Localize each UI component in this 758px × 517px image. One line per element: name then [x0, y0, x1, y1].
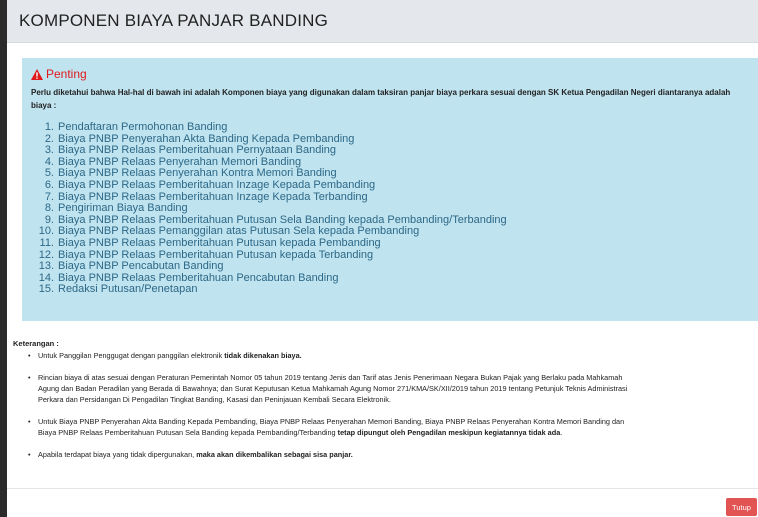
- list-item-label: Pengiriman Biaya Banding: [58, 202, 188, 215]
- note-line: Rincian biaya di atas sesuai dengan Pera…: [38, 373, 623, 382]
- note-item: • Untuk Panggilan Penggugat dengan panggi…: [13, 350, 753, 361]
- list-item-number: 8.: [44, 202, 54, 215]
- notes-title: Keterangan :: [13, 339, 59, 348]
- bullet-icon: •: [28, 417, 31, 426]
- note-line: Biaya PNBP Relaas Pemberitahuan Putusan …: [38, 427, 753, 438]
- list-item-number: 15.: [38, 283, 54, 296]
- list-item-label: Pendaftaran Permohonan Banding: [58, 121, 228, 133]
- alert-title-row: Penting: [31, 67, 749, 81]
- list-item-label: Biaya PNBP Relaas Pemberitahuan Putusan …: [58, 248, 374, 261]
- list-item-label: Biaya PNBP Relaas Pemberitahuan Pernyata…: [58, 144, 337, 157]
- note-emphasis: tetap dipungut oleh Pengadilan meskipun …: [337, 428, 561, 437]
- modal-header: KOMPONEN BIAYA PANJAR BANDING: [7, 0, 758, 43]
- list-item-number: 13.: [38, 260, 54, 273]
- list-item-label: Biaya PNBP Relaas Pemberitahuan Inzage K…: [58, 178, 376, 191]
- note-line: Agung dan Badan Peradilan yang Berada di…: [38, 384, 628, 393]
- note-text: Biaya PNBP Relaas Pemberitahuan Putusan …: [38, 428, 338, 437]
- list-item-label: Biaya PNBP Relaas Pemberitahuan Pencabut…: [58, 271, 339, 284]
- alert-description: Perlu diketahui bahwa Hal-hal di bawah i…: [31, 88, 731, 110]
- note-line: Untuk Biaya PNBP Penyerahan Akta Banding…: [38, 417, 625, 426]
- list-item-label: Biaya PNBP Penyerahan Akta Banding Kepad…: [58, 132, 355, 145]
- list-item-label: Biaya PNBP Relaas Penyerahan Memori Band…: [58, 155, 302, 168]
- cost-component-list: 1. Pendaftaran Permohonan Banding 2. Biaya…: [31, 121, 749, 296]
- list-item-label: Biaya PNBP Relaas Pemberitahuan Putusan …: [58, 213, 507, 226]
- note-text: Untuk Panggilan Penggugat dengan panggil…: [38, 351, 225, 360]
- note-emphasis: tidak dikenakan biaya.: [224, 351, 302, 360]
- list-item-label: Biaya PNBP Relaas Pemberitahuan Inzage K…: [58, 190, 368, 203]
- modal-dialog: KOMPONEN BIAYA PANJAR BANDING Penting Pe…: [7, 0, 758, 517]
- bullet-icon: •: [28, 351, 31, 360]
- note-text-end: .: [560, 428, 563, 437]
- note-item: • Apabila terdapat biaya yang tidak diper…: [13, 449, 753, 460]
- footer-divider: [7, 488, 758, 489]
- note-text: Apabila terdapat biaya yang tidak diperg…: [38, 450, 197, 459]
- backdrop-edge: [0, 0, 7, 517]
- alert-title: Penting: [46, 67, 87, 81]
- bullet-icon: •: [28, 450, 31, 459]
- warning-icon: [31, 68, 43, 80]
- list-item-number: 6.: [44, 178, 54, 191]
- list-item-label: Redaksi Putusan/Penetapan: [58, 283, 198, 296]
- modal-title: KOMPONEN BIAYA PANJAR BANDING: [19, 11, 329, 30]
- note-item: • Rincian biaya di atas sesuai dengan Pe…: [13, 372, 753, 405]
- list-item-label: Biaya PNBP Relaas Pemberitahuan Putusan …: [58, 236, 381, 249]
- important-alert: Penting Perlu diketahui bahwa Hal-hal di…: [22, 58, 758, 321]
- notes-section: Keterangan : • Untuk Panggilan Penggugat …: [13, 339, 753, 460]
- list-item-label: Biaya PNBP Pencabutan Banding: [58, 260, 224, 273]
- bullet-icon: •: [28, 373, 31, 382]
- list-item-label: Biaya PNBP Relaas Pemanggilan atas Putus…: [58, 225, 420, 238]
- close-button[interactable]: Tutup: [726, 498, 757, 516]
- note-line: Perkara dan Persidangan Di Pengadilan Ti…: [38, 395, 391, 404]
- list-item: 15. Redaksi Putusan/Penetapan: [31, 284, 749, 296]
- list-item-label: Biaya PNBP Relaas Penyerahan Kontra Memo…: [58, 167, 337, 180]
- note-emphasis: maka akan dikembalikan sebagai sisa panj…: [196, 450, 353, 459]
- list-item-number: 11.: [39, 236, 54, 249]
- list-item-number: 1.: [44, 121, 54, 133]
- note-item: • Untuk Biaya PNBP Penyerahan Akta Bandi…: [13, 416, 753, 438]
